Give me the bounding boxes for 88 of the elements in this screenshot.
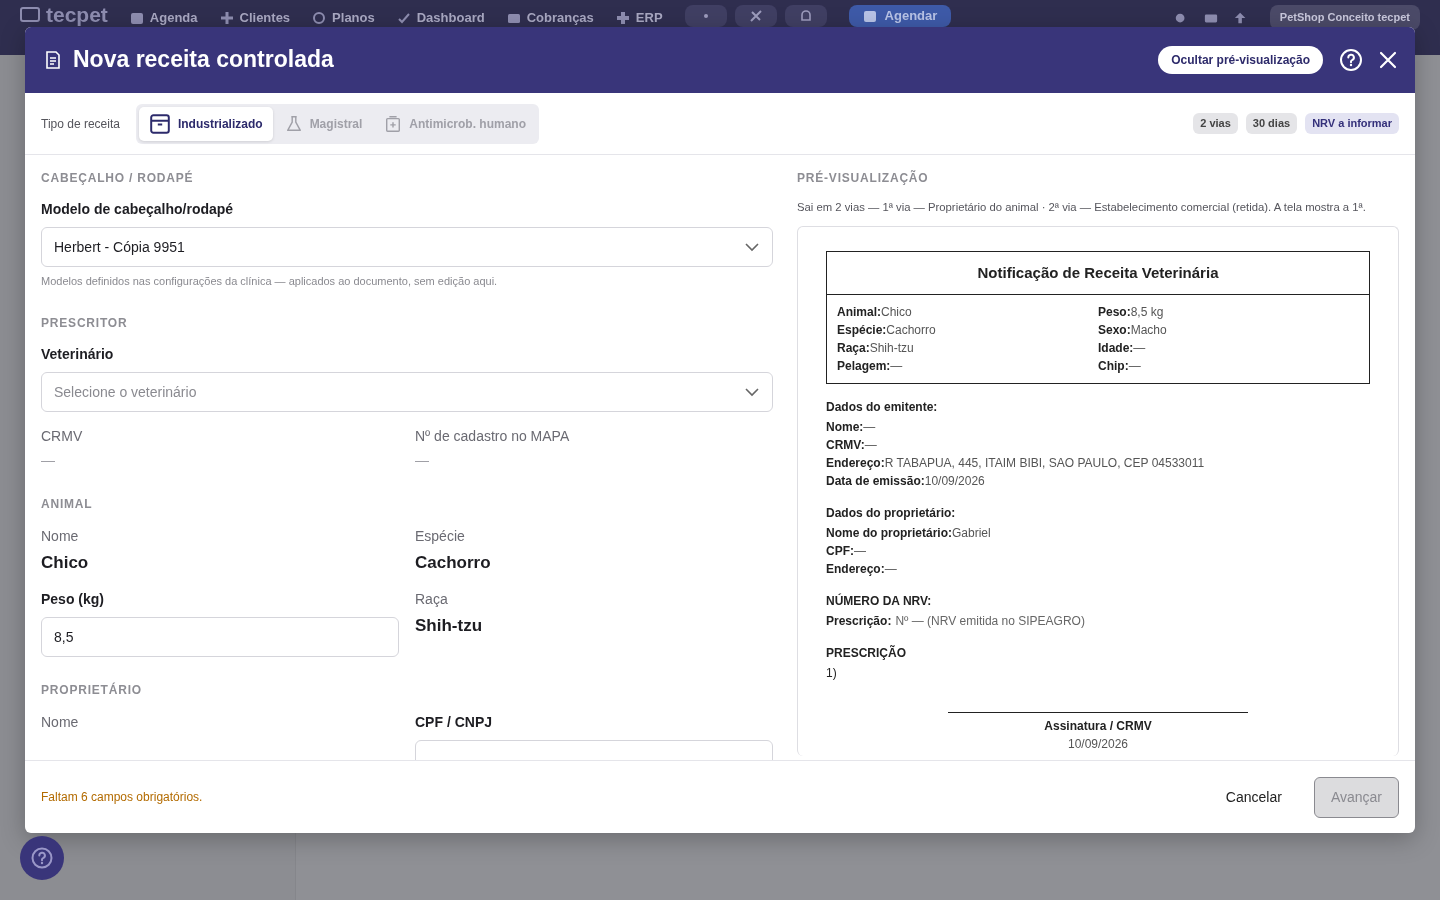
close-icon bbox=[1379, 51, 1397, 69]
document-title: Notificação de Receita Veterinária bbox=[827, 252, 1369, 296]
nav-link[interactable]: ERP bbox=[615, 8, 663, 28]
document-field: Pelagem:— bbox=[837, 357, 1098, 376]
document-field: 1) bbox=[826, 664, 1370, 683]
toolbar-icon bbox=[1233, 11, 1248, 25]
box-icon bbox=[148, 112, 171, 135]
nav-icon bbox=[129, 10, 144, 25]
modal-title: Nova receita controlada bbox=[73, 46, 334, 74]
document-field: Nome do proprietário:Gabriel bbox=[826, 524, 1370, 543]
document-field: Chip:— bbox=[1098, 357, 1359, 376]
document-heading: NÚMERO DA NRV: bbox=[826, 592, 933, 611]
help-icon bbox=[30, 846, 54, 870]
document-field: CRMV:— bbox=[826, 436, 1370, 455]
schedule-button[interactable]: Agendar bbox=[848, 5, 952, 27]
nav-icon bbox=[312, 10, 327, 25]
account-button[interactable]: PetShop Conceito tecpet bbox=[1269, 5, 1420, 30]
warning-text: Faltam 6 campos obrigatórios. bbox=[41, 789, 203, 806]
document-field: CPF:— bbox=[826, 542, 1370, 561]
field-label: Veterinário bbox=[41, 345, 115, 365]
field-label: Tipo de receita bbox=[41, 115, 120, 133]
document-field: Raça:Shih-tzu bbox=[837, 339, 1098, 358]
logo-text: tecpet bbox=[46, 5, 108, 25]
section-title: PRESCRITOR bbox=[41, 315, 129, 331]
toolbar-icon bbox=[748, 9, 763, 23]
nav-link[interactable]: Dashboard bbox=[396, 8, 485, 28]
field-value: — bbox=[41, 451, 56, 471]
nav-icon bbox=[219, 10, 234, 25]
document-field: Sexo:Macho bbox=[1098, 321, 1359, 340]
logo-icon bbox=[20, 6, 40, 24]
document-heading: PRESCRIÇÃO bbox=[826, 644, 907, 663]
cancel-button[interactable]: Cancelar bbox=[1209, 776, 1298, 818]
help-icon bbox=[1339, 48, 1363, 72]
toolbar-icon bbox=[798, 9, 813, 23]
nav-icon bbox=[615, 10, 630, 25]
document-field: Nome:— bbox=[826, 418, 1370, 437]
nav-link[interactable]: Cobranças bbox=[506, 8, 594, 28]
select-field[interactable]: Selecione o veterinário bbox=[41, 372, 773, 413]
field-label: Peso (kg) bbox=[41, 590, 105, 610]
section-title: PRÉ-VISUALIZAÇÃO bbox=[797, 171, 930, 186]
close-button[interactable] bbox=[1379, 51, 1397, 69]
document-heading: Dados do emitente: bbox=[826, 399, 939, 417]
document-field: Peso:8,5 kg bbox=[1098, 303, 1359, 322]
toolbar-button[interactable] bbox=[784, 5, 827, 27]
toolbar-button[interactable] bbox=[734, 5, 777, 27]
field-label: CPF / CNPJ bbox=[415, 712, 493, 732]
tag: 30 dias bbox=[1245, 113, 1298, 134]
signature-date: 10/09/2026 bbox=[1066, 736, 1130, 754]
field-label: Nº de cadastro no MAPA bbox=[415, 427, 571, 447]
hint-text: Modelos definidos nas configurações da clínica — aplicados ao documento, sem edição aqui. bbox=[41, 274, 499, 290]
preview-note: Sai em 2 vias — 1ª via — Proprietário do animal · 2ª via — Estabelecimento comercial (retida). A tela mostra a 1ª. bbox=[797, 200, 1367, 216]
document-field: Idade:— bbox=[1098, 339, 1359, 358]
field-value: — bbox=[415, 451, 430, 471]
flask-icon bbox=[284, 114, 303, 133]
chevron-down-icon bbox=[744, 242, 760, 253]
document-heading: Dados do proprietário: bbox=[826, 505, 957, 523]
field-value: Shih-tzu bbox=[415, 615, 484, 638]
calendar-icon bbox=[862, 9, 877, 23]
input-field[interactable]: 8,5 bbox=[41, 617, 399, 658]
field-label: Raça bbox=[415, 590, 449, 610]
document-field: Animal:Chico bbox=[837, 303, 1098, 322]
document-field: Prescrição: Nº — (NRV emitida no SIPEAGRO) bbox=[826, 612, 1370, 631]
field-label: Nome bbox=[41, 526, 80, 546]
nav-link[interactable]: Agenda bbox=[129, 8, 198, 28]
medical-kit-icon bbox=[384, 114, 403, 133]
field-label: Nome bbox=[41, 712, 80, 732]
field-label: CRMV bbox=[41, 427, 84, 447]
document-field: Endereço:R TABAPUA, 445, ITAIM BIBI, SAO PAULO, CEP 04533011 bbox=[826, 454, 1370, 473]
nav-link[interactable]: Planos bbox=[312, 8, 375, 28]
document-field: Espécie:Cachorro bbox=[837, 321, 1098, 340]
field-label: Espécie bbox=[415, 526, 466, 546]
section-title: PROPRIETÁRIO bbox=[41, 683, 143, 698]
field-label: Modelo de cabeçalho/rodapé bbox=[41, 200, 235, 220]
tab[interactable]: Industrializado bbox=[138, 106, 273, 141]
select-field[interactable]: Herbert - Cópia 9951 bbox=[41, 227, 773, 268]
nav-link[interactable]: Clientes bbox=[219, 8, 291, 28]
signature-label: Assinatura / CRMV bbox=[1043, 718, 1153, 736]
section-title: CABEÇALHO / RODAPÉ bbox=[41, 171, 195, 186]
document-icon bbox=[43, 50, 63, 70]
document-field: Data de emissão:10/09/2026 bbox=[826, 472, 1370, 491]
field-value: Cachorro bbox=[415, 551, 492, 574]
tag: NRV a informar bbox=[1305, 113, 1399, 134]
document-field: Endereço:— bbox=[826, 560, 1370, 579]
section-title: ANIMAL bbox=[41, 497, 94, 512]
chevron-down-icon bbox=[744, 387, 760, 398]
field-value: Chico bbox=[41, 551, 90, 574]
tag: 2 vias bbox=[1193, 113, 1238, 134]
toggle-preview-button[interactable]: Ocultar pré-visualização bbox=[1158, 46, 1323, 74]
